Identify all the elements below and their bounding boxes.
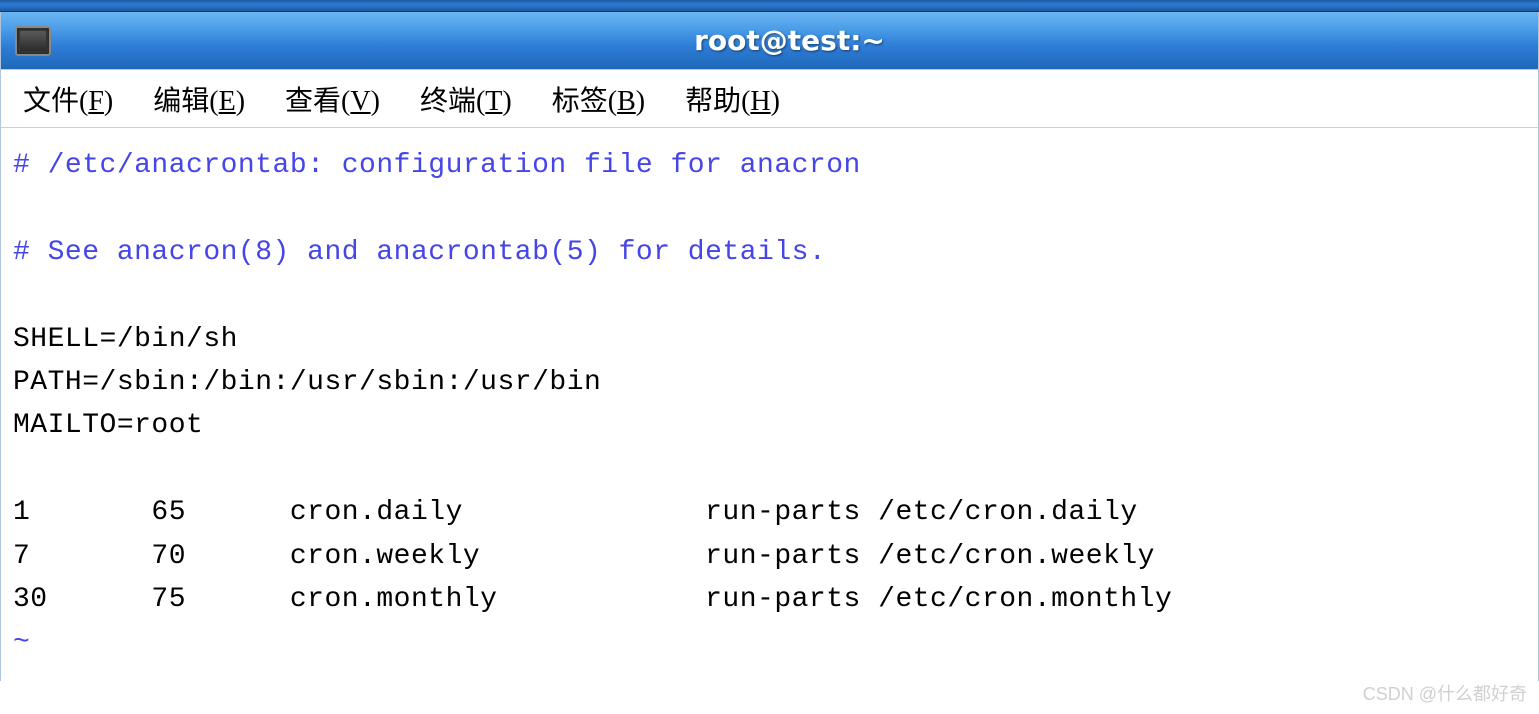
terminal-line-tilde: ~ [13,627,30,658]
window-border-top [0,0,1539,12]
menubar: 文件(F) 编辑(E) 查看(V) 终端(T) 标签(B) 帮助(H) [0,70,1539,128]
terminal-line-comment: # See anacron(8) and anacrontab(5) for d… [13,237,826,268]
terminal-line-entry: 30 75 cron.monthly run-parts /etc/cron.m… [13,584,1172,615]
terminal-line-comment: # /etc/anacrontab: configuration file fo… [13,150,861,181]
menu-view[interactable]: 查看(V) [285,79,380,119]
menu-edit[interactable]: 编辑(E) [153,79,245,119]
menu-file[interactable]: 文件(F) [23,79,113,119]
terminal-line-entry: 1 65 cron.daily run-parts /etc/cron.dail… [13,497,1138,528]
terminal-line-shell: SHELL=/bin/sh [13,324,238,355]
terminal-icon [15,26,51,56]
menu-tabs[interactable]: 标签(B) [552,79,645,119]
terminal-line-mailto: MAILTO=root [13,410,203,441]
watermark: CSDN @什么都好奇 [1363,680,1527,706]
titlebar[interactable]: root@test:~ [0,12,1539,70]
terminal-content[interactable]: # /etc/anacrontab: configuration file fo… [0,128,1539,681]
terminal-line-entry: 7 70 cron.weekly run-parts /etc/cron.wee… [13,541,1155,572]
terminal-line-path: PATH=/sbin:/bin:/usr/sbin:/usr/bin [13,367,601,398]
window-title: root@test:~ [51,24,1528,57]
menu-terminal[interactable]: 终端(T) [420,79,512,119]
menu-help[interactable]: 帮助(H) [685,79,780,119]
